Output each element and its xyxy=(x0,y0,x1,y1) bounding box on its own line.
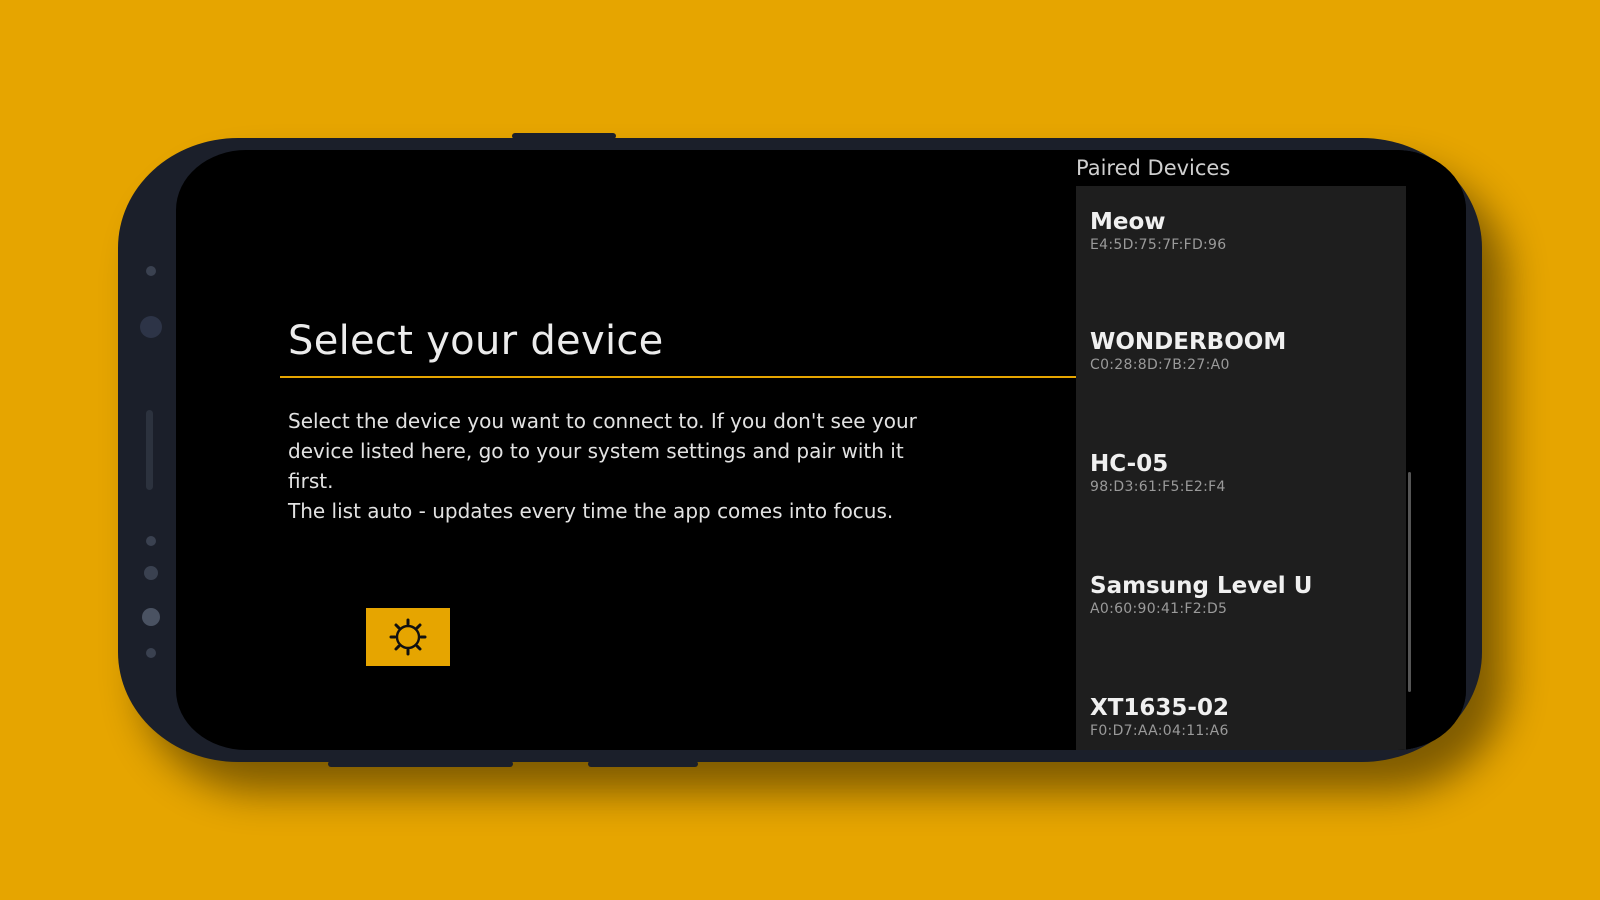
description: Select the device you want to connect to… xyxy=(288,406,928,526)
description-text: The list auto - updates every time the a… xyxy=(288,499,894,523)
paired-devices-panel: Paired Devices Meow E4:5D:75:7F:FD:96 WO… xyxy=(1076,150,1466,750)
device-item[interactable]: Samsung Level U A0:60:90:41:F2:D5 xyxy=(1090,572,1390,682)
device-mac: 98:D3:61:F5:E2:F4 xyxy=(1090,479,1226,495)
app-screen: Select your device Select the device you… xyxy=(176,150,1466,750)
device-item[interactable]: XT1635-02 F0:D7:AA:04:11:A6 xyxy=(1090,694,1390,750)
main-panel: Select your device Select the device you… xyxy=(176,150,1212,750)
paired-devices-header: Paired Devices xyxy=(1076,156,1231,180)
device-mac: E4:5D:75:7F:FD:96 xyxy=(1090,237,1227,253)
sensor-dot xyxy=(146,648,156,658)
device-name: Samsung Level U xyxy=(1090,573,1313,599)
phone-frame: Select your device Select the device you… xyxy=(118,133,1482,767)
proximity-sensor xyxy=(146,266,156,276)
device-name: Meow xyxy=(1090,209,1166,235)
description-text: Select the device you want to connect to… xyxy=(288,409,917,493)
device-name: XT1635-02 xyxy=(1090,695,1229,721)
title-underline xyxy=(280,376,1076,378)
phone-bixby-button xyxy=(588,761,698,767)
sensor-dot xyxy=(146,536,156,546)
phone-volume-button xyxy=(328,761,513,767)
device-name: HC-05 xyxy=(1090,451,1169,477)
device-list: Meow E4:5D:75:7F:FD:96 WONDERBOOM C0:28:… xyxy=(1076,186,1406,750)
settings-button[interactable] xyxy=(366,608,450,666)
device-item[interactable]: WONDERBOOM C0:28:8D:7B:27:A0 xyxy=(1090,328,1390,438)
device-item[interactable]: Meow E4:5D:75:7F:FD:96 xyxy=(1090,208,1390,318)
iris-camera xyxy=(142,608,160,626)
iris-sensor xyxy=(144,566,158,580)
device-mac: A0:60:90:41:F2:D5 xyxy=(1090,601,1228,617)
earpiece-speaker xyxy=(146,410,153,490)
scroll-thumb[interactable] xyxy=(1408,472,1411,692)
device-item[interactable]: HC-05 98:D3:61:F5:E2:F4 xyxy=(1090,450,1390,560)
device-mac: C0:28:8D:7B:27:A0 xyxy=(1090,357,1230,373)
front-camera xyxy=(140,316,162,338)
device-mac: F0:D7:AA:04:11:A6 xyxy=(1090,723,1229,739)
gear-icon xyxy=(389,618,427,656)
phone-power-button xyxy=(512,133,616,139)
device-name: WONDERBOOM xyxy=(1090,329,1287,355)
device-list-scrollbar[interactable] xyxy=(1406,186,1414,750)
page-title: Select your device xyxy=(288,318,664,364)
